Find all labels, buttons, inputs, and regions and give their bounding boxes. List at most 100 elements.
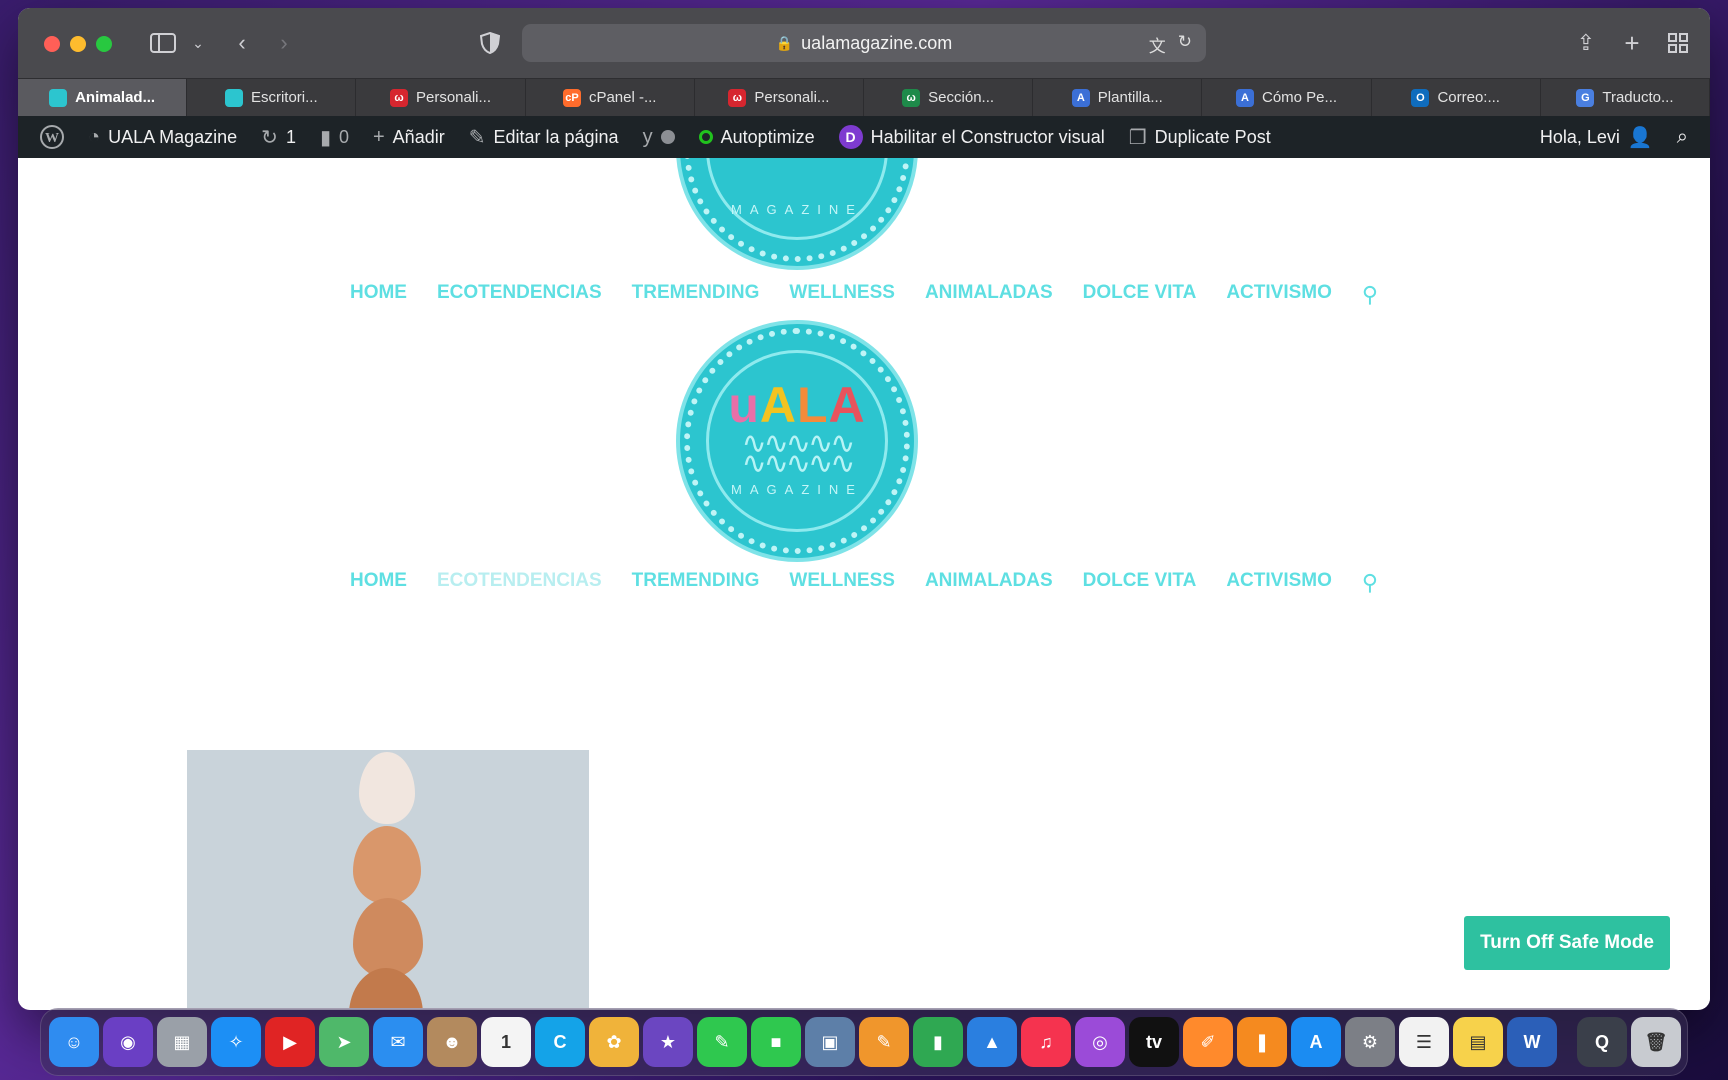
autoptimize-link[interactable]: Autoptimize <box>687 116 827 158</box>
greeting-label: Hola, Levi <box>1539 126 1620 147</box>
my-account-link[interactable]: Hola, Levi 👤 <box>1528 116 1665 158</box>
site-logo-top[interactable]: MAGAZINE <box>676 158 918 270</box>
notes-icon[interactable]: ▤ <box>1453 1017 1503 1067</box>
browser-tab[interactable]: ω Personali... <box>356 79 526 116</box>
dashboard-icon: ◔ <box>88 125 101 148</box>
nav-item-home[interactable]: HOME <box>350 570 407 596</box>
edit-page-link[interactable]: ✎ Editar la página <box>457 116 631 158</box>
updates-link[interactable]: ↻ 1 <box>249 116 308 158</box>
nav-item-ecotendencias[interactable]: ECOTENDENCIAS <box>437 282 602 308</box>
privacy-shield-icon[interactable] <box>478 26 502 60</box>
launchpad-icon[interactable]: ▦ <box>157 1017 207 1067</box>
tab-favicon-icon: cP <box>562 88 581 107</box>
yoast-menu[interactable]: y <box>631 116 687 158</box>
post-thumbnail[interactable] <box>187 750 589 1008</box>
calendar-icon[interactable]: 1 <box>481 1017 531 1067</box>
finder-icon[interactable]: ☺ <box>49 1017 99 1067</box>
search-icon: ⌕ <box>1676 125 1688 148</box>
browser-tab[interactable]: cP cPanel -... <box>526 79 695 116</box>
browser-tab[interactable]: G Traducto... <box>1541 79 1710 116</box>
tab-overview-icon[interactable] <box>1666 26 1690 60</box>
lock-icon: 🔒 <box>775 34 794 51</box>
mail-icon[interactable]: ✉ <box>373 1017 423 1067</box>
facetime-icon[interactable]: ■ <box>751 1017 801 1067</box>
quicktime-icon[interactable]: Q <box>1577 1017 1627 1067</box>
sidebar-toggle-icon[interactable] <box>148 26 178 60</box>
new-tab-icon[interactable]: + <box>1620 26 1644 60</box>
system-preferences-icon[interactable]: ⚙ <box>1345 1017 1395 1067</box>
trash-icon[interactable]: 🗑 <box>1631 1017 1681 1067</box>
nav-search-icon[interactable]: ⚲ <box>1362 570 1378 596</box>
duplicate-post-link[interactable]: ❐ Duplicate Post <box>1117 116 1283 158</box>
address-bar[interactable]: 🔒 ualamagazine.com 文 ↻ <box>522 24 1206 62</box>
reload-icon[interactable]: ↻ <box>1178 32 1192 57</box>
site-logo[interactable]: uALA ∿∿∿∿∿ ∿∿∿∿∿ MAGAZINE <box>676 320 918 562</box>
logo-subtitle: MAGAZINE <box>731 201 863 217</box>
admin-search[interactable]: ⌕ <box>1665 116 1700 158</box>
egg-image <box>349 968 423 1008</box>
browser-tab[interactable]: O Correo:... <box>1372 79 1541 116</box>
preview-icon[interactable]: ▣ <box>805 1017 855 1067</box>
appstore-icon[interactable]: A <box>1291 1017 1341 1067</box>
close-window-button[interactable] <box>44 36 60 52</box>
nav-item-dolce-vita[interactable]: DOLCE VITA <box>1083 570 1197 596</box>
browser-tab[interactable]: Escritori... <box>187 79 357 116</box>
add-new-link[interactable]: + Añadir <box>361 116 457 158</box>
nav-item-activismo[interactable]: ACTIVISMO <box>1226 570 1332 596</box>
imovie-icon[interactable]: ★ <box>643 1017 693 1067</box>
logo-inner: uALA ∿∿∿∿∿ ∿∿∿∿∿ MAGAZINE <box>706 350 888 532</box>
podcasts-icon[interactable]: ◎ <box>1075 1017 1125 1067</box>
appletv-icon[interactable]: tv <box>1129 1017 1179 1067</box>
comments-link[interactable]: ▮ 0 <box>308 116 361 158</box>
pages-doc-icon[interactable]: ✐ <box>1183 1017 1233 1067</box>
site-name-link[interactable]: ◔ UALA Magazine <box>76 116 249 158</box>
minimize-window-button[interactable] <box>70 36 86 52</box>
site-name-label: UALA Magazine <box>108 126 238 147</box>
forward-icon[interactable]: › <box>272 26 296 60</box>
nav-item-home[interactable]: HOME <box>350 282 407 308</box>
seo-status-dot <box>660 130 675 144</box>
books-icon[interactable]: ❚ <box>1237 1017 1287 1067</box>
zoom-window-button[interactable] <box>96 36 112 52</box>
browser-tab[interactable]: ω Personali... <box>695 79 865 116</box>
chevron-down-icon[interactable]: ⌄ <box>188 26 208 60</box>
share-icon[interactable]: ⇪ <box>1574 26 1598 60</box>
browser-tab[interactable]: Animalad... <box>18 79 188 116</box>
back-icon[interactable]: ‹ <box>230 26 254 60</box>
tab-favicon-icon: A <box>1236 88 1254 107</box>
turn-off-safe-mode-button[interactable]: Turn Off Safe Mode <box>1464 916 1670 970</box>
pages-icon[interactable]: ✎ <box>859 1017 909 1067</box>
nav-item-wellness[interactable]: WELLNESS <box>789 282 895 308</box>
messages-icon[interactable]: ✎ <box>697 1017 747 1067</box>
music-icon[interactable]: ♫ <box>1021 1017 1071 1067</box>
nav-item-dolce-vita[interactable]: DOLCE VITA <box>1083 282 1197 308</box>
reminders-icon[interactable]: ☰ <box>1399 1017 1449 1067</box>
photos-icon[interactable]: ✿ <box>589 1017 639 1067</box>
browser-tab[interactable]: A Plantilla... <box>1033 79 1203 116</box>
youtube-icon[interactable]: ▶ <box>265 1017 315 1067</box>
nav-item-tremending[interactable]: TREMENDING <box>632 570 760 596</box>
nav-item-animaladas[interactable]: ANIMALADAS <box>925 570 1053 596</box>
browser-tab[interactable]: ω Sección... <box>864 79 1034 116</box>
word-icon[interactable]: W <box>1507 1017 1557 1067</box>
wordpress-logo-icon[interactable]: W <box>28 116 76 158</box>
siri-icon[interactable]: ◉ <box>103 1017 153 1067</box>
keynote-icon[interactable]: ▲ <box>967 1017 1017 1067</box>
contacts-icon[interactable]: ☻ <box>427 1017 477 1067</box>
nav-item-animaladas[interactable]: ANIMALADAS <box>925 282 1053 308</box>
tab-favicon-icon <box>49 88 68 107</box>
page-content: MAGAZINE HOME ECOTENDENCIAS TREMENDING WELL… <box>18 158 1710 1008</box>
nav-item-tremending[interactable]: TREMENDING <box>632 282 760 308</box>
tab-label: Personali... <box>415 89 492 106</box>
numbers-icon[interactable]: ▮ <box>913 1017 963 1067</box>
nav-item-activismo[interactable]: ACTIVISMO <box>1226 282 1332 308</box>
nav-search-icon[interactable]: ⚲ <box>1362 282 1378 308</box>
canva-icon[interactable]: C <box>535 1017 585 1067</box>
visual-builder-link[interactable]: D Habilitar el Constructor visual <box>827 116 1117 158</box>
translate-icon[interactable]: 文 <box>1149 32 1166 57</box>
nav-item-wellness[interactable]: WELLNESS <box>789 570 895 596</box>
maps-icon[interactable]: ➤ <box>319 1017 369 1067</box>
nav-item-ecotendencias[interactable]: ECOTENDENCIAS <box>437 570 602 596</box>
safari-icon[interactable]: ✧ <box>211 1017 261 1067</box>
browser-tab[interactable]: A Cómo Pe... <box>1202 79 1372 116</box>
